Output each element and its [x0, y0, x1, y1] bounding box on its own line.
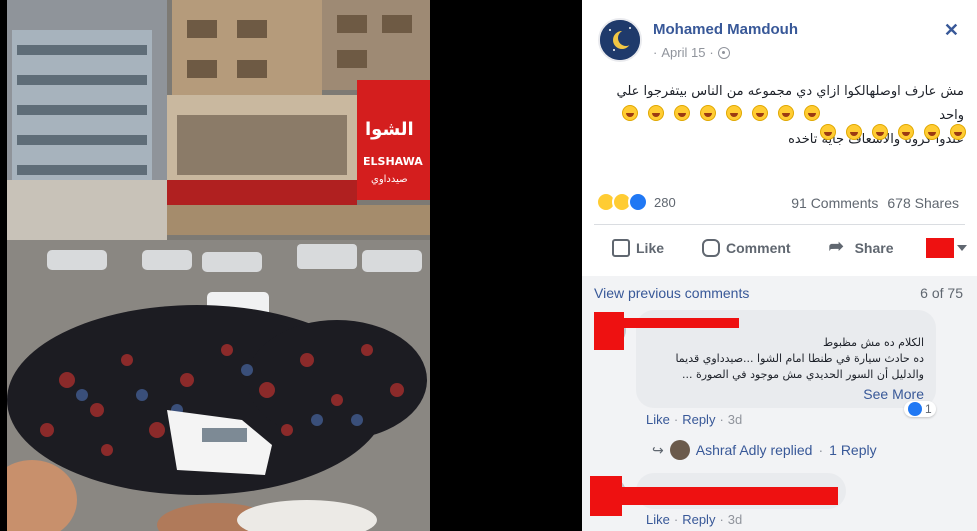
dot-separator: ·: [653, 45, 658, 60]
laughing-emoji-icon: [898, 124, 914, 140]
dot-separator: ·: [673, 412, 679, 427]
reply-arrow-icon: ↪: [652, 441, 664, 458]
reply-count[interactable]: 1 Reply: [829, 442, 876, 458]
audience-selector[interactable]: [925, 238, 967, 258]
dot-separator: ·: [719, 412, 724, 427]
author-avatar[interactable]: [598, 18, 642, 62]
dot-separator: ·: [818, 442, 824, 458]
see-more-link[interactable]: See More: [863, 386, 924, 402]
comment-line-1: الكلام ده مش مظبوط: [822, 336, 924, 349]
view-previous-comments-link[interactable]: View previous comments: [594, 285, 749, 301]
thumbs-up-icon: [612, 239, 630, 257]
post-emoji-group-2: [818, 124, 968, 140]
laughing-emoji-icon: [622, 105, 638, 121]
laughing-emoji-icon: [950, 124, 966, 140]
crowd-street-image: الشوا ELSHAWA صيدداوي: [7, 0, 430, 531]
like-button[interactable]: Like: [612, 239, 664, 257]
redaction-box: [594, 318, 739, 328]
share-button-label: Share: [854, 240, 894, 256]
share-button[interactable]: Share: [829, 236, 894, 257]
screenshot-root: الشوا ELSHAWA صيدداوي Mohamed Mamdouh · …: [0, 0, 977, 531]
comment-button-label: Comment: [726, 240, 791, 256]
like-reaction-icon: [908, 402, 922, 416]
like-button-label: Like: [636, 240, 665, 256]
laughing-emoji-icon: [804, 105, 820, 121]
laughing-emoji-icon: [872, 124, 888, 140]
share-arrow-icon: [829, 236, 849, 257]
comment-like-link[interactable]: Like: [646, 512, 670, 527]
like-reaction-icon: [628, 192, 648, 212]
laughing-emoji-icon: [846, 124, 862, 140]
comment-reply-link[interactable]: Reply: [682, 512, 715, 527]
comment-text: الكلام ده مش مظبوط ده حادث سيارة في طنطا…: [654, 335, 924, 383]
divider: [594, 224, 965, 225]
comment-actions: Like · Reply · 3d: [646, 412, 742, 427]
redaction-box: [590, 487, 838, 505]
dot-separator: ·: [673, 512, 679, 527]
comment-line-2: ده حادث سيارة في طنطا امام الشوا ...صيدد…: [675, 352, 924, 365]
globe-icon: [717, 46, 730, 59]
sign-arabic: الشوا: [365, 119, 414, 140]
post-actions: Like Comment Share: [612, 236, 967, 258]
laughing-emoji-icon: [820, 124, 836, 140]
laughing-emoji-icon: [778, 105, 794, 121]
close-icon[interactable]: ✕: [944, 20, 959, 41]
speech-bubble-icon: [702, 239, 721, 257]
sign-sub: صيدداوي: [371, 174, 408, 185]
comment-reply-link[interactable]: Reply: [682, 412, 715, 427]
comment-like-badge[interactable]: 1: [904, 401, 936, 417]
laughing-emoji-icon: [726, 105, 742, 121]
moon-lantern-icon: [600, 20, 640, 60]
comment-actions: Like · Reply · 3d: [646, 512, 742, 527]
comment-button[interactable]: Comment: [702, 239, 791, 257]
dot-separator: ·: [719, 512, 724, 527]
replier-name[interactable]: Ashraf Adly replied: [696, 442, 813, 458]
post-emoji-group-1: [594, 105, 822, 121]
post-date[interactable]: April 15: [661, 45, 705, 60]
post-panel: Mohamed Mamdouh · April 15 · ✕ مش عارف ا…: [582, 0, 977, 531]
replier-avatar: [669, 440, 690, 460]
comment-like-count: 1: [925, 402, 932, 416]
laughing-emoji-icon: [648, 105, 664, 121]
laughing-emoji-icon: [674, 105, 690, 121]
laughing-emoji-icon: [924, 124, 940, 140]
laughing-emoji-icon: [700, 105, 716, 121]
comments-count[interactable]: 91 Comments: [791, 195, 878, 211]
replies-summary[interactable]: ↪ Ashraf Adly replied · 1 Reply: [652, 440, 877, 460]
chevron-down-icon: [956, 245, 967, 251]
laughing-emoji-icon: [752, 105, 768, 121]
comment-time[interactable]: 3d: [728, 412, 742, 427]
post-stats: 91 Comments 678 Shares: [791, 195, 959, 211]
comment-line-3: والدليل أن السور الحديدي مش موجود في الص…: [681, 368, 924, 381]
reaction-count[interactable]: 280: [654, 195, 676, 210]
sign-brand: ELSHAWA: [363, 155, 423, 168]
comment-time[interactable]: 3d: [728, 512, 742, 527]
shares-count[interactable]: 678 Shares: [887, 195, 959, 211]
comment-like-link[interactable]: Like: [646, 412, 670, 427]
dot-separator: ·: [709, 45, 714, 60]
post-author-name[interactable]: Mohamed Mamdouh: [653, 21, 798, 38]
post-photo[interactable]: الشوا ELSHAWA صيدداوي: [7, 0, 430, 531]
post-meta: · April 15 ·: [653, 45, 730, 60]
reaction-summary[interactable]: 280: [596, 192, 676, 212]
redaction-box: [925, 238, 954, 258]
comments-page-count: 6 of 75: [920, 285, 963, 301]
